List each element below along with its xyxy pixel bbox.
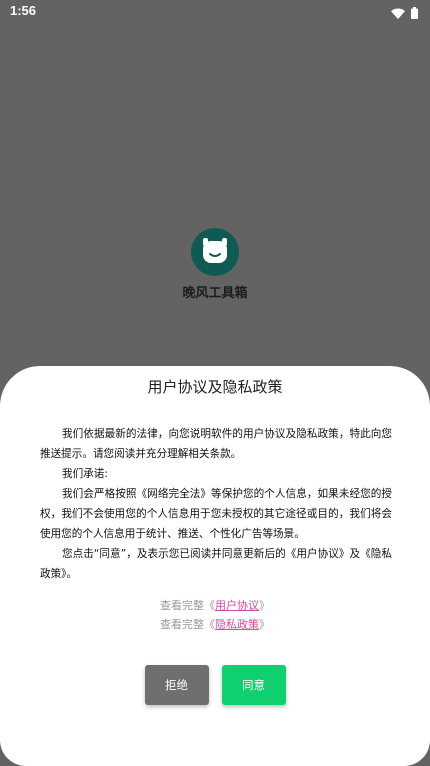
dialog-paragraph: 我们依据最新的法律，向您说明软件的用户协议及隐私政策，特此向您推送提示。请您阅读… bbox=[40, 428, 392, 460]
dialog-paragraph: 我们承诺: bbox=[62, 468, 108, 480]
link-prefix: 查看完整《 bbox=[160, 599, 215, 612]
status-icons bbox=[391, 4, 418, 23]
agree-button[interactable]: 同意 bbox=[221, 665, 286, 705]
status-bar: 1:56 bbox=[0, 0, 430, 22]
agreement-links: 查看完整《用户协议》 查看完整《隐私政策》 bbox=[0, 596, 430, 634]
app-name: 晚风工具箱 bbox=[182, 286, 248, 301]
app-icon bbox=[0, 228, 430, 276]
dialog-paragraph: 我们会严格按照《网络完全法》等保护您的个人信息，如果未经您的授权，我们不会使用您… bbox=[40, 488, 392, 540]
user-agreement-link[interactable]: 用户协议 bbox=[215, 599, 259, 612]
dialog-paragraph: 您点击“同意”，及表示您已阅读并同意更新后的《用户协议》及《隐私政策》。 bbox=[40, 548, 392, 580]
dialog-buttons: 拒绝 同意 bbox=[0, 665, 430, 705]
dialog-body: 我们依据最新的法律，向您说明软件的用户协议及隐私政策，特此向您推送提示。请您阅读… bbox=[40, 424, 392, 584]
splash-screen: 晚风工具箱 bbox=[0, 228, 430, 301]
link-suffix: 》 bbox=[259, 618, 270, 631]
link-prefix: 查看完整《 bbox=[160, 618, 215, 631]
reject-button[interactable]: 拒绝 bbox=[144, 665, 209, 705]
battery-icon bbox=[411, 4, 418, 23]
wifi-icon bbox=[391, 4, 405, 23]
privacy-policy-line: 查看完整《隐私政策》 bbox=[0, 615, 430, 634]
dialog-title: 用户协议及隐私政策 bbox=[147, 378, 283, 396]
status-time: 1:56 bbox=[10, 3, 37, 18]
privacy-policy-link[interactable]: 隐私政策 bbox=[215, 618, 259, 631]
user-agreement-line: 查看完整《用户协议》 bbox=[0, 596, 430, 615]
link-suffix: 》 bbox=[259, 599, 270, 612]
privacy-dialog: 用户协议及隐私政策 我们依据最新的法律，向您说明软件的用户协议及隐私政策，特此向… bbox=[0, 366, 430, 766]
